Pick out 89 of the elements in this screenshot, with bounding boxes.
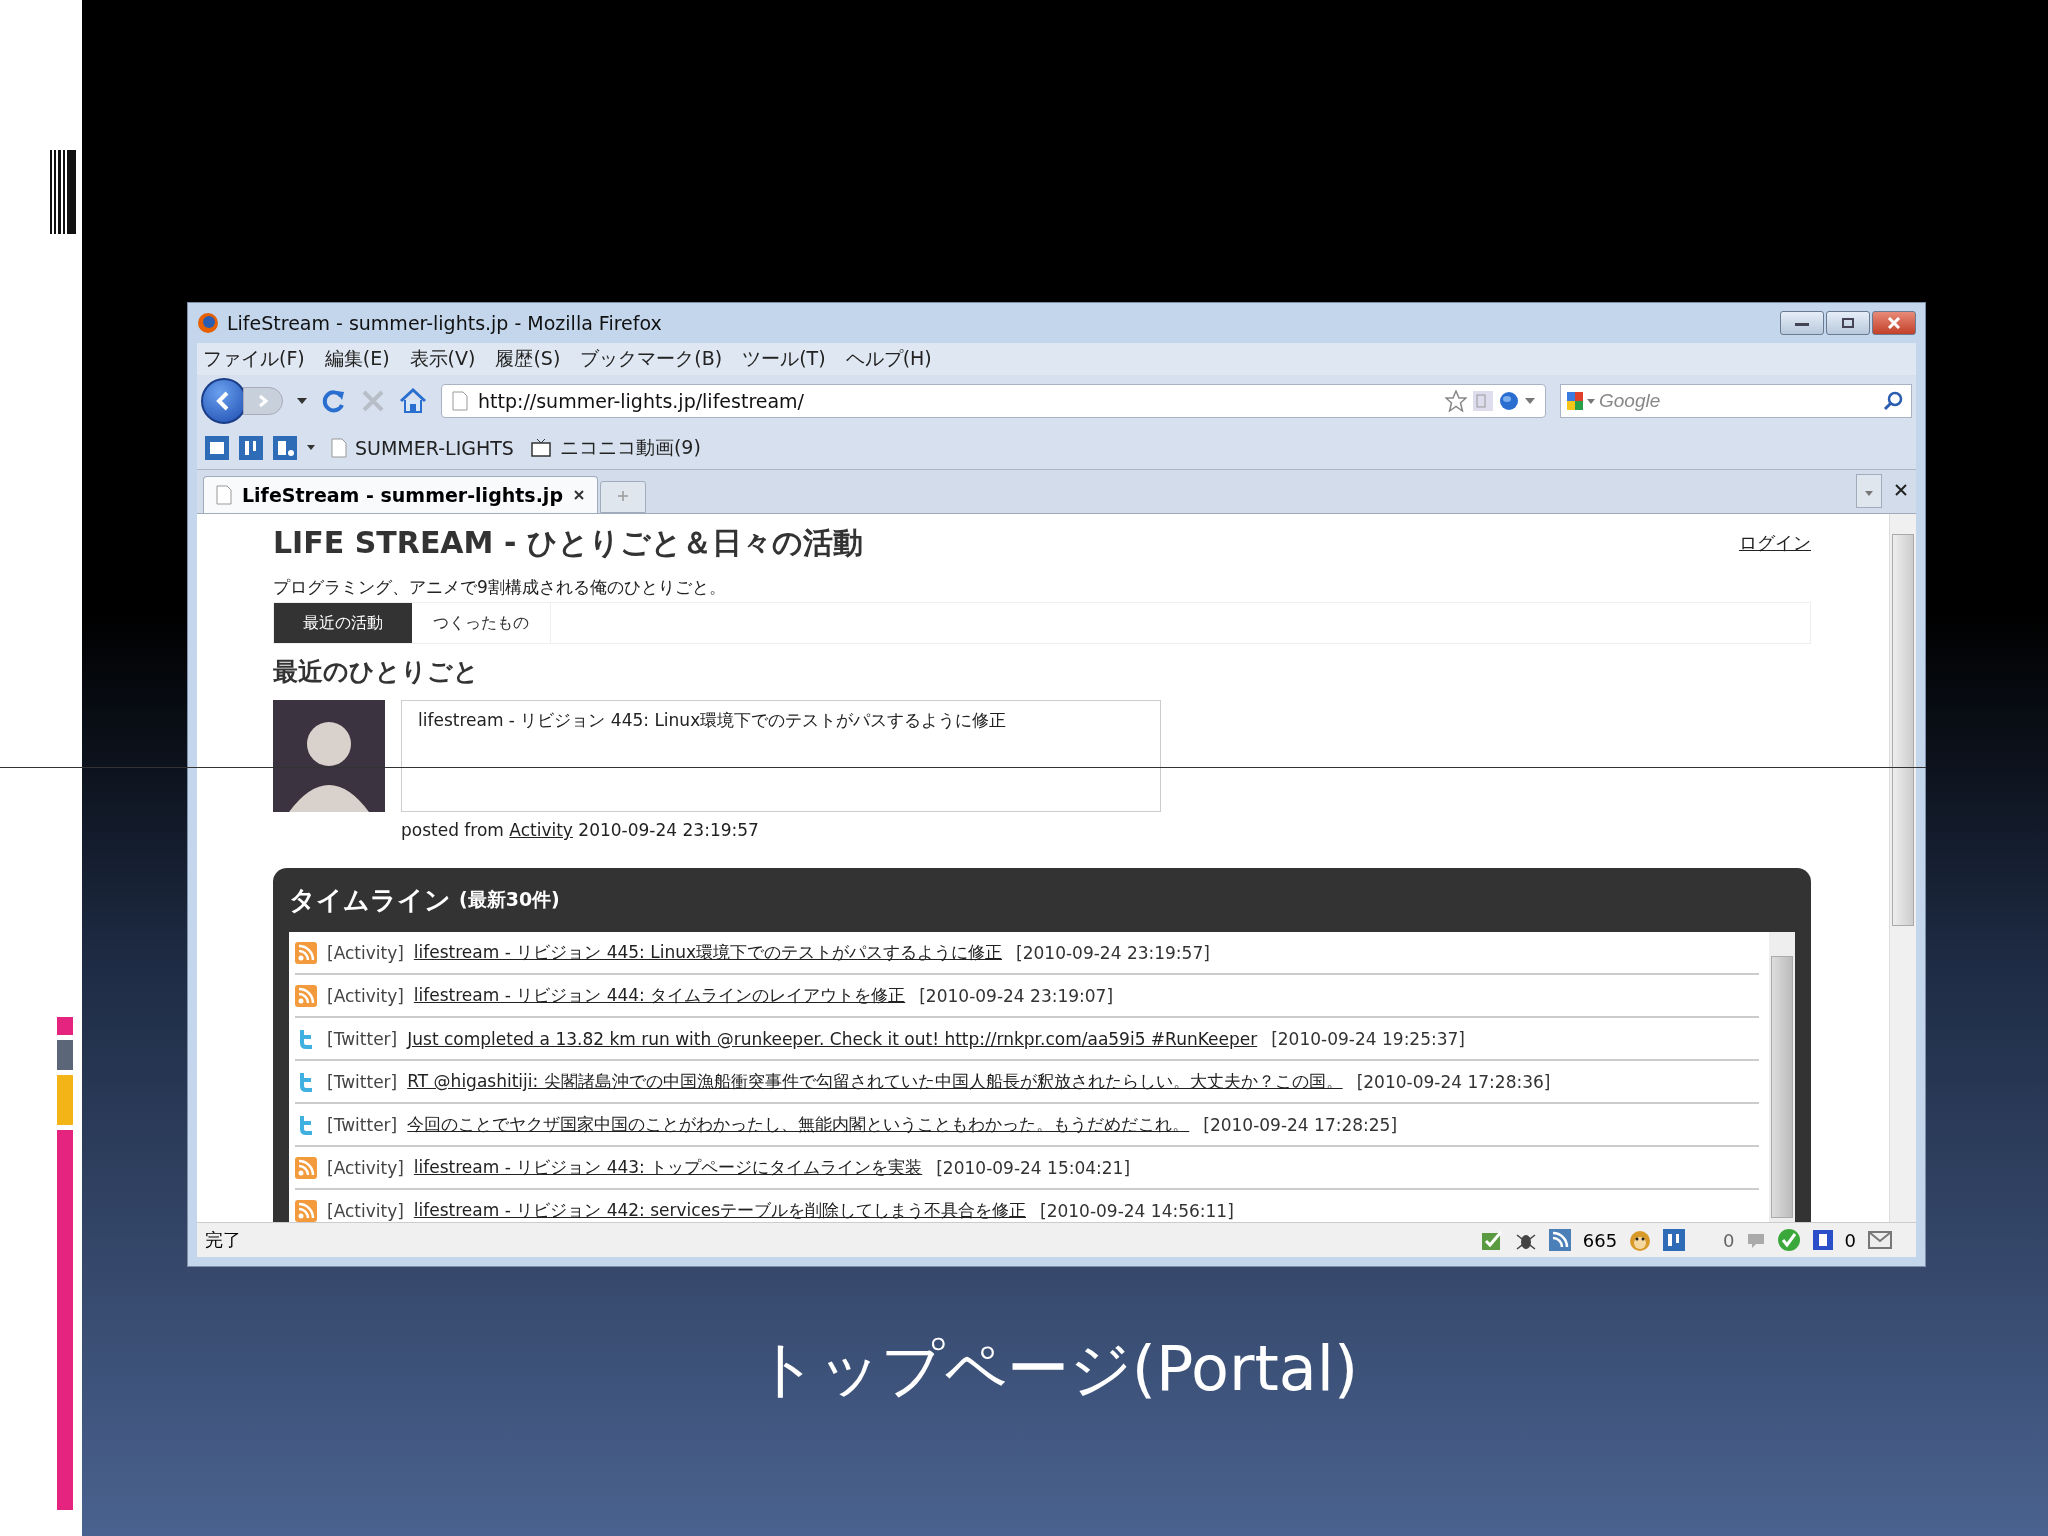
comment-count: 0 xyxy=(1723,1229,1735,1251)
entry-time: [2010-09-24 15:04:21] xyxy=(936,1157,1131,1178)
rss-icon xyxy=(295,941,317,964)
bookmark-tool-icon[interactable] xyxy=(1663,1229,1686,1252)
entry-link[interactable]: RT @higashitiji: 尖閣諸島沖での中国漁船衝突事件で勾留されていた中国人船長が釈放されたらしい。大丈夫か？この国。 xyxy=(407,1070,1343,1094)
source-label: [Activity] xyxy=(327,1157,404,1178)
post-time: 2010-09-24 23:19:57 xyxy=(578,820,759,841)
maximize-button[interactable] xyxy=(1826,310,1870,335)
address-field[interactable]: http://summer-lights.jp/lifestream/ xyxy=(441,383,1546,418)
page-title: LIFE STREAM - ひとりごと＆日々の活動 xyxy=(273,523,863,562)
bookmark-tool-icon[interactable] xyxy=(205,435,229,460)
site-tagline: プログラミング、アニメで9割構成される俺のひとりごと。 xyxy=(273,576,727,600)
scrollbar[interactable] xyxy=(1769,932,1795,1223)
caret-icon xyxy=(1865,490,1873,496)
nav-tab[interactable]: 最近の活動 xyxy=(274,603,412,644)
entry-time: [2010-09-24 23:19:07] xyxy=(919,985,1114,1006)
source-label: [Twitter] xyxy=(327,1071,398,1092)
feed-count: 665 xyxy=(1582,1229,1618,1251)
close-icon[interactable] xyxy=(573,489,585,502)
page-icon xyxy=(331,437,347,458)
monkey-face-icon[interactable] xyxy=(1629,1229,1652,1252)
bookmark-item[interactable]: ニコニコ動画(9) xyxy=(529,434,701,461)
bookmark-count: 0 xyxy=(1844,1229,1856,1251)
mail-icon[interactable] xyxy=(1868,1231,1892,1250)
bookmark-tool-icon[interactable] xyxy=(239,435,263,460)
minimize-button[interactable] xyxy=(1780,310,1824,335)
close-button[interactable] xyxy=(1872,310,1916,335)
timeline-count: (最新30件) xyxy=(459,887,560,913)
window-title: LifeStream - summer-lights.jp - Mozilla Firefox xyxy=(227,311,662,334)
bookmark-tool-icon[interactable] xyxy=(1812,1230,1833,1251)
check-circle-icon[interactable] xyxy=(1776,1228,1801,1253)
source-label: [Activity] xyxy=(327,985,404,1006)
home-icon[interactable] xyxy=(399,387,427,414)
entry-link[interactable]: lifestream - リビジョン 442: servicesテーブルを削除してしまう不具合を修正 xyxy=(413,1199,1026,1223)
page-icon xyxy=(452,390,468,411)
menu-item[interactable]: ファイル(F) xyxy=(203,345,305,372)
entry-link[interactable]: lifestream - リビジョン 445: Linux環境下でのテストがパスするように修正 xyxy=(413,941,1003,965)
tv-icon xyxy=(529,437,552,458)
menu-item[interactable]: 編集(E) xyxy=(324,345,390,372)
slide-caption: トップページ(Portal) xyxy=(753,1331,1360,1407)
search-field[interactable]: Google xyxy=(1597,388,1883,413)
entry-link[interactable]: Just completed a 13.82 km run with @runkeeper. Check it out! http://rnkpr.com/aa59i5 #RunKeeper xyxy=(407,1028,1258,1049)
bookmark-item[interactable]: SUMMER-LIGHTS xyxy=(331,436,514,459)
section-title: 最近のひとりごと xyxy=(273,656,480,689)
entry-link[interactable]: lifestream - リビジョン 443: トップページにタイムラインを実装 xyxy=(413,1156,923,1180)
entry-link[interactable]: lifestream - リビジョン 444: タイムラインのレイアウトを修正 xyxy=(413,984,906,1008)
menu-item[interactable]: 履歴(S) xyxy=(495,345,561,372)
menu-item[interactable]: 表示(V) xyxy=(409,345,476,372)
source-label: [Twitter] xyxy=(327,1028,398,1049)
entry-link[interactable]: 今回のことでヤクザ国家中国のことがわかったし、無能内閣ということもわかった。もうだめだこれ。 xyxy=(407,1113,1190,1137)
star-icon[interactable] xyxy=(1445,389,1467,412)
menu-item[interactable]: ツール(T) xyxy=(742,345,826,372)
scrollbar[interactable] xyxy=(1889,514,1916,1223)
plus-icon xyxy=(617,489,629,502)
source-label: [Activity] xyxy=(327,1200,404,1221)
bookmark-tool-icon[interactable] xyxy=(273,435,297,460)
dropdown-caret-icon[interactable] xyxy=(307,445,315,451)
rss-icon xyxy=(295,984,317,1007)
rss-icon xyxy=(295,1156,317,1179)
menu-item[interactable]: ヘルプ(H) xyxy=(845,345,932,372)
entry-time: [2010-09-24 17:28:36] xyxy=(1356,1071,1551,1092)
menu-item[interactable]: ブックマーク(B) xyxy=(580,345,723,372)
checklist-icon[interactable] xyxy=(1480,1229,1503,1252)
source-label: [Activity] xyxy=(327,942,404,963)
globe-icon[interactable] xyxy=(1499,390,1519,411)
posted-label: posted from xyxy=(401,820,504,841)
status-text: 完了 xyxy=(205,1228,241,1253)
dropdown-caret-icon[interactable] xyxy=(297,397,307,404)
post-text: lifestream - リビジョン 445: Linux環境下でのテストがパスするように修正 xyxy=(418,710,1007,731)
browser-tab[interactable]: LifeStream - summer-lights.jp xyxy=(203,476,598,514)
close-icon xyxy=(1887,316,1901,329)
entry-time: [2010-09-24 17:28:25] xyxy=(1203,1114,1398,1135)
page-icon xyxy=(216,485,232,506)
entry-time: [2010-09-24 23:19:57] xyxy=(1016,942,1210,963)
close-icon xyxy=(1894,482,1908,497)
dropdown-caret-icon[interactable] xyxy=(1525,397,1535,404)
entry-time: [2010-09-24 14:56:11] xyxy=(1040,1200,1234,1221)
source-link[interactable]: Activity xyxy=(509,820,573,841)
search-icon[interactable] xyxy=(1883,390,1903,411)
maximize-icon xyxy=(1842,317,1854,328)
timeline-title: タイムライン xyxy=(289,883,451,917)
rss-icon[interactable] xyxy=(1548,1229,1571,1252)
search-box[interactable]: Google xyxy=(1560,383,1912,418)
source-label: [Twitter] xyxy=(327,1114,398,1135)
browser-logo-icon xyxy=(197,311,219,334)
login-link[interactable]: ログイン xyxy=(1739,531,1811,556)
reload-icon[interactable] xyxy=(321,387,347,414)
entry-time: [2010-09-24 19:25:37] xyxy=(1271,1028,1465,1049)
search-engine-icon[interactable] xyxy=(1565,389,1597,412)
